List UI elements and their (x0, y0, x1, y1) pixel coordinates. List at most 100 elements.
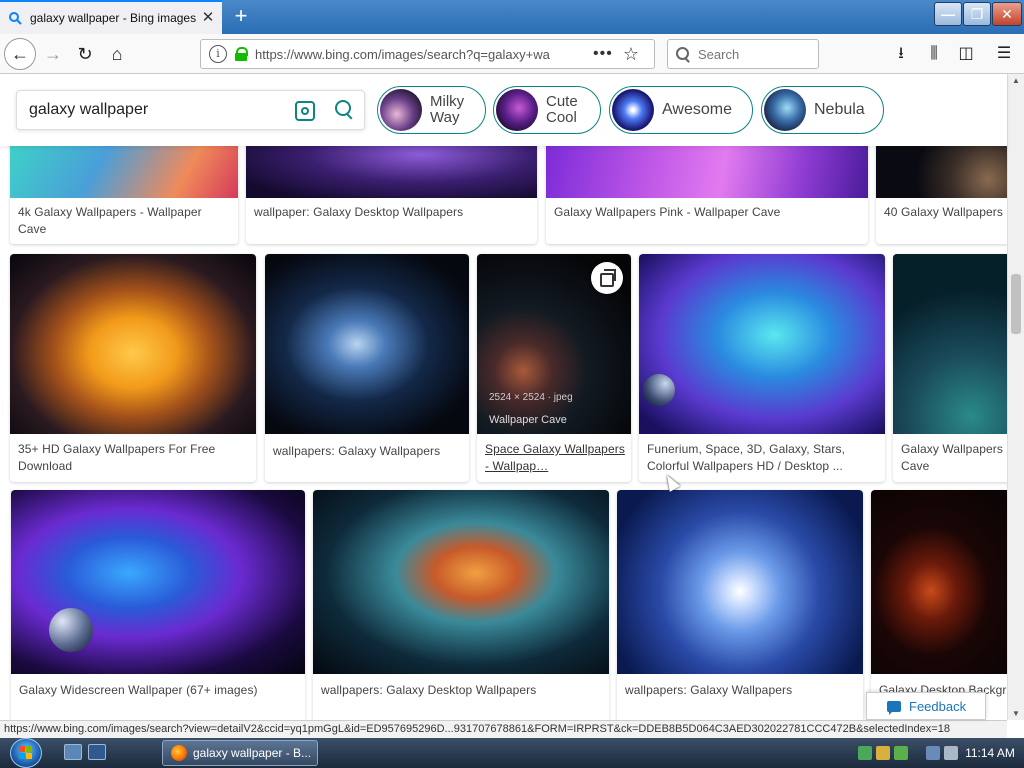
bing-search-box[interactable] (16, 90, 365, 130)
hamburger-menu-icon[interactable]: ☰ (993, 43, 1015, 65)
image-result-card[interactable]: 4k Galaxy Wallpapers - Wallpaper Cave (10, 146, 238, 244)
scroll-up-arrow-icon[interactable]: ▲ (1012, 76, 1020, 85)
result-caption[interactable]: Galaxy Wallpapers Pink - Wallpaper Cave (554, 204, 859, 221)
result-image[interactable] (313, 490, 609, 674)
sidebar-toggle-icon[interactable]: ◫ (955, 43, 977, 65)
result-caption[interactable]: 4k Galaxy Wallpapers - Wallpaper Cave (18, 204, 228, 238)
bookmark-star-icon[interactable]: ☆ (623, 44, 639, 65)
security-tray-icon[interactable] (876, 746, 890, 760)
tab-close-icon[interactable]: ✕ (200, 10, 216, 26)
scroll-down-arrow-icon[interactable]: ▼ (1012, 709, 1020, 718)
result-image[interactable] (10, 254, 256, 434)
visual-search-icon[interactable] (591, 262, 623, 294)
image-result-card[interactable]: Galaxy Desktop Backgr (871, 490, 1007, 720)
bing-search-input[interactable] (29, 101, 289, 119)
result-image[interactable] (893, 254, 1007, 434)
image-source[interactable]: Wallpaper Cave (489, 414, 567, 426)
result-caption[interactable]: Galaxy Widescreen Wallpaper (67+ images) (19, 682, 299, 699)
firefox-icon (171, 745, 187, 761)
search-icon (676, 47, 690, 61)
bing-search-favicon-icon (8, 11, 22, 25)
result-image[interactable] (265, 254, 469, 434)
url-text[interactable]: https://www.bing.com/images/search?q=gal… (255, 47, 585, 62)
browser-tab[interactable]: galaxy wallpaper - Bing images ✕ (0, 0, 222, 34)
result-image[interactable] (10, 146, 238, 198)
chip-label: Milky Way (430, 93, 465, 126)
visual-search-camera-icon[interactable] (295, 101, 315, 121)
image-result-card[interactable]: Galaxy Widescreen Wallpaper (67+ images) (11, 490, 305, 720)
tab-title: galaxy wallpaper - Bing images (30, 11, 197, 25)
vertical-scrollbar[interactable]: ▲ ▼ (1007, 74, 1024, 720)
restore-button[interactable]: ❐ (963, 2, 991, 26)
display-tray-icon[interactable] (926, 746, 940, 760)
result-caption[interactable]: 35+ HD Galaxy Wallpapers For Free Downlo… (18, 441, 244, 475)
reload-button[interactable]: ↻ (70, 39, 100, 69)
image-result-card[interactable]: 35+ HD Galaxy Wallpapers For Free Downlo… (10, 254, 256, 482)
taskbar-firefox-button[interactable]: galaxy wallpaper - B... (162, 740, 318, 766)
image-result-card[interactable]: Galaxy Wallpapers Pink - Wallpaper Cave (546, 146, 868, 244)
result-image[interactable] (246, 146, 537, 198)
download-icon[interactable]: ⭳ (890, 43, 912, 65)
volume-muted-tray-icon[interactable] (944, 746, 958, 760)
scroll-thumb[interactable] (1011, 274, 1021, 334)
forward-button[interactable]: → (38, 39, 68, 69)
update-tray-icon[interactable] (894, 746, 908, 760)
result-caption[interactable]: wallpapers: Galaxy Wallpapers (273, 443, 463, 460)
restore-icon: ❐ (970, 6, 984, 22)
result-image[interactable] (617, 490, 863, 674)
address-bar[interactable]: i https://www.bing.com/images/search?q=g… (200, 39, 655, 69)
image-result-card-hovered[interactable]: 2524 × 2524 · jpeg Wallpaper Cave Space … (477, 254, 631, 482)
close-icon: ✕ (1001, 6, 1013, 22)
page-actions-icon[interactable]: ••• (593, 45, 613, 63)
result-caption[interactable]: wallpaper: Galaxy Desktop Wallpapers (254, 204, 529, 221)
result-caption[interactable]: Funerium, Space, 3D, Galaxy, Stars, Colo… (647, 441, 877, 475)
start-button[interactable] (4, 738, 50, 768)
home-button[interactable]: ⌂ (102, 39, 132, 69)
related-chip-nebula[interactable]: Nebula (761, 86, 884, 134)
image-result-card[interactable]: Galaxy Wallpapers Cave (893, 254, 1007, 482)
browser-search-input[interactable] (698, 46, 808, 62)
chip-label: Nebula (814, 101, 865, 118)
result-caption-link[interactable]: Space Galaxy Wallpapers - Wallpap… (485, 441, 625, 475)
planet-shape (643, 374, 675, 406)
taskbar-task-label: galaxy wallpaper - B... (193, 746, 312, 760)
result-image[interactable] (546, 146, 868, 198)
result-caption[interactable]: 40 Galaxy Wallpapers (884, 204, 1007, 221)
library-icon[interactable]: ⫼ (923, 43, 945, 65)
related-chip-awesome[interactable]: Awesome (609, 86, 753, 134)
result-caption[interactable]: Galaxy Wallpapers Cave (901, 441, 1007, 475)
result-image[interactable] (876, 146, 1007, 198)
result-image[interactable] (871, 490, 1007, 674)
minimize-button[interactable]: — (934, 2, 962, 26)
result-image[interactable] (11, 490, 305, 674)
chip-thumbnail (380, 89, 422, 131)
image-result-card[interactable]: wallpapers: Galaxy Wallpapers (265, 254, 469, 482)
related-chip-milky-way[interactable]: Milky Way (377, 86, 486, 134)
bing-search-icon[interactable] (335, 100, 355, 120)
back-button[interactable]: ← (4, 38, 36, 70)
network-tray-icon[interactable] (858, 746, 872, 760)
windows-logo-icon (19, 746, 33, 760)
result-caption[interactable]: wallpapers: Galaxy Desktop Wallpapers (321, 682, 601, 699)
taskbar-clock[interactable]: 11:14 AM (960, 738, 1020, 768)
image-result-card[interactable]: wallpapers: Galaxy Desktop Wallpapers (313, 490, 609, 720)
explorer-quicklaunch-icon[interactable] (88, 744, 106, 760)
close-window-button[interactable]: ✕ (992, 2, 1022, 26)
chip-label: Cute Cool (546, 93, 578, 126)
feedback-button[interactable]: Feedback (866, 692, 986, 720)
result-image[interactable] (639, 254, 885, 434)
windows-taskbar: galaxy wallpaper - B... 11:14 AM (0, 738, 1024, 768)
bing-images-header: Milky Way Cute Cool Awesome Nebula (0, 74, 1007, 146)
related-chip-cute-cool[interactable]: Cute Cool (493, 86, 601, 134)
feedback-icon (887, 700, 901, 715)
site-info-icon[interactable]: i (209, 45, 227, 63)
image-result-card[interactable]: Funerium, Space, 3D, Galaxy, Stars, Colo… (639, 254, 885, 482)
result-image[interactable]: 2524 × 2524 · jpeg Wallpaper Cave (477, 254, 631, 434)
new-tab-button[interactable]: + (228, 4, 254, 30)
image-result-card[interactable]: wallpaper: Galaxy Desktop Wallpapers (246, 146, 537, 244)
image-result-card[interactable]: 40 Galaxy Wallpapers (876, 146, 1007, 244)
image-result-card[interactable]: wallpapers: Galaxy Wallpapers (617, 490, 863, 720)
browser-search-box[interactable] (667, 39, 819, 69)
result-caption[interactable]: wallpapers: Galaxy Wallpapers (625, 682, 855, 699)
show-desktop-icon[interactable] (64, 744, 82, 760)
